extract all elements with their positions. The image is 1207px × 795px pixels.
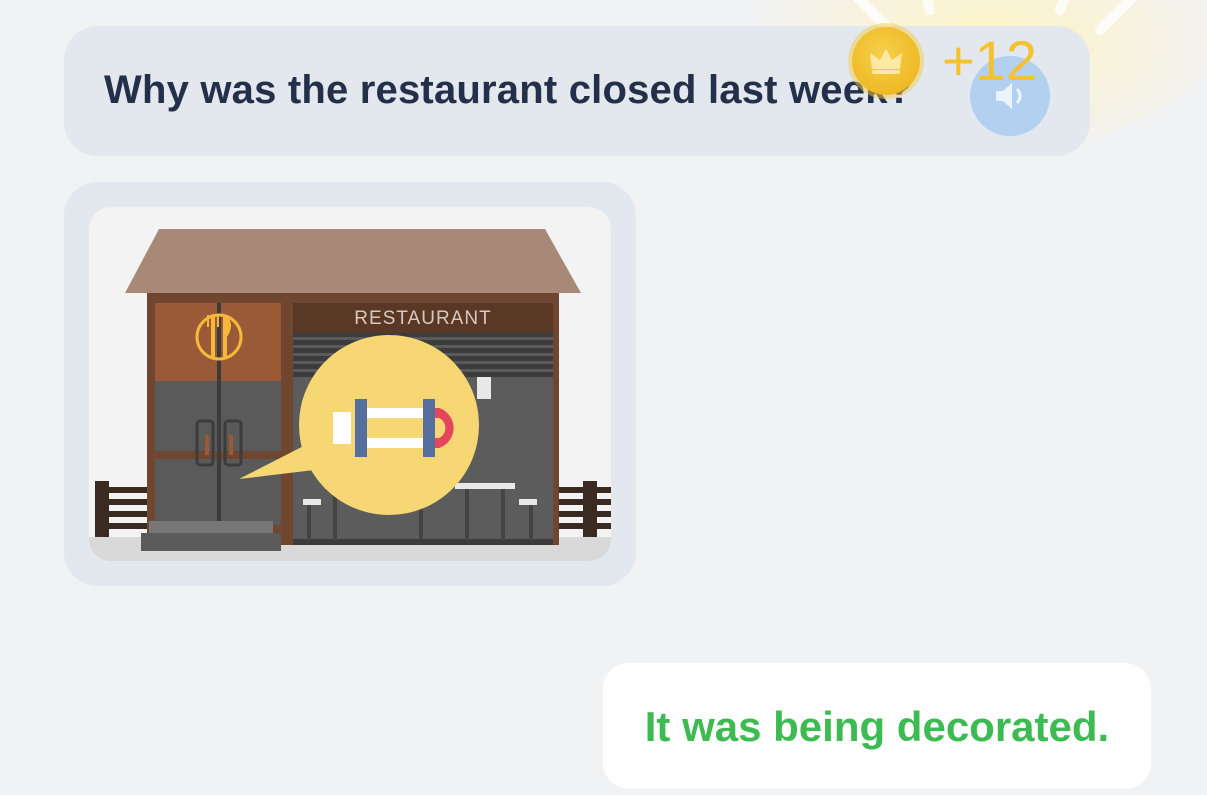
restaurant-sign: RESTAURANT bbox=[354, 308, 491, 329]
question-text: Why was the restaurant closed last week? bbox=[104, 68, 913, 112]
crown-coin-icon bbox=[852, 27, 920, 95]
left-fence bbox=[95, 481, 149, 537]
illustration-card: RESTAURANT bbox=[64, 182, 636, 586]
answer-option[interactable]: It was being decorated. bbox=[603, 663, 1151, 789]
restaurant-illustration: RESTAURANT bbox=[89, 207, 611, 561]
lesson-screen: Why was the restaurant closed last week?… bbox=[0, 0, 1207, 795]
reward-points: +12 bbox=[942, 29, 1037, 92]
answer-text: It was being decorated. bbox=[644, 703, 1110, 750]
roof bbox=[125, 229, 581, 293]
reward-indicator: +12 bbox=[852, 26, 1037, 96]
right-fence bbox=[551, 481, 611, 537]
